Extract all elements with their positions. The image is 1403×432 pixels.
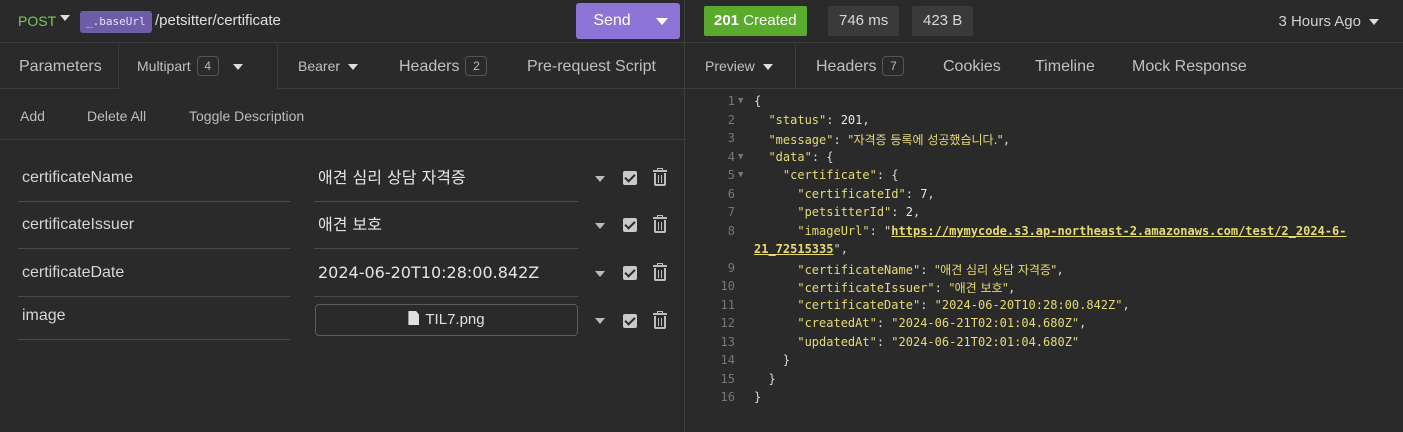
response-time: 746 ms bbox=[828, 6, 900, 36]
field-value-input[interactable]: 2024-06-20T10:28:00.842Z bbox=[314, 249, 578, 297]
multipart-row: certificateIssuer 애견 보호 bbox=[0, 201, 684, 249]
tab-cookies[interactable]: Cookies bbox=[943, 44, 1001, 89]
response-status-bar: 201 Created 746 ms 423 B 3 Hours Ago bbox=[685, 0, 1403, 43]
response-json-viewer[interactable]: 1 ▼{ 2 "status": 201, 3 "message": "자격증 등… bbox=[685, 92, 1403, 432]
tab-mock-response[interactable]: Mock Response bbox=[1132, 44, 1247, 89]
field-name-input[interactable]: certificateDate bbox=[18, 249, 290, 297]
chevron-down-icon[interactable] bbox=[232, 64, 243, 71]
tab-response-headers-label: Headers bbox=[816, 58, 877, 75]
response-size: 423 B bbox=[912, 6, 974, 36]
field-name-input[interactable]: image bbox=[18, 292, 290, 340]
file-icon bbox=[408, 311, 420, 326]
chevron-down-icon[interactable] bbox=[595, 271, 605, 277]
response-tabs: Preview Headers 7 Cookies Timeline Mock R… bbox=[685, 44, 1403, 89]
enable-checkbox[interactable] bbox=[623, 171, 637, 185]
multipart-actions: Add Delete All Toggle Description bbox=[0, 90, 684, 140]
tab-timeline[interactable]: Timeline bbox=[1035, 44, 1095, 89]
tab-preview[interactable]: Preview bbox=[685, 44, 796, 89]
chevron-down-icon[interactable] bbox=[595, 176, 605, 182]
status-badge: 201 Created bbox=[704, 6, 807, 36]
tab-bearer-label: Bearer bbox=[298, 58, 341, 74]
multipart-count-badge: 4 bbox=[196, 56, 219, 77]
add-button[interactable]: Add bbox=[20, 108, 45, 124]
response-pane: 201 Created 746 ms 423 B 3 Hours Ago Pre… bbox=[685, 0, 1403, 432]
delete-all-button[interactable]: Delete All bbox=[87, 108, 146, 124]
send-button[interactable]: Send bbox=[576, 3, 680, 39]
multipart-row: certificateDate 2024-06-20T10:28:00.842Z bbox=[0, 249, 684, 297]
trash-icon[interactable] bbox=[653, 215, 667, 233]
tab-preview-label: Preview bbox=[705, 58, 755, 74]
request-tabs: Parameters Multipart 4 Bearer Headers 2 Pr… bbox=[0, 44, 684, 89]
chevron-down-icon[interactable] bbox=[595, 223, 605, 229]
status-code: 201 bbox=[714, 12, 740, 29]
chevron-down-icon[interactable] bbox=[595, 318, 605, 324]
toggle-description-button[interactable]: Toggle Description bbox=[189, 108, 304, 124]
method-selector[interactable]: POST bbox=[18, 13, 56, 29]
tab-response-headers[interactable]: Headers 7 bbox=[816, 44, 905, 89]
status-text: Created bbox=[743, 12, 797, 29]
field-name-input[interactable]: certificateIssuer bbox=[18, 201, 290, 249]
chevron-down-icon[interactable] bbox=[656, 18, 668, 25]
tab-headers[interactable]: Headers 2 bbox=[399, 44, 488, 89]
field-name-input[interactable]: certificateName bbox=[18, 154, 290, 202]
enable-checkbox[interactable] bbox=[623, 314, 637, 328]
trash-icon[interactable] bbox=[653, 168, 667, 186]
fold-icon[interactable]: ▼ bbox=[738, 170, 743, 180]
chevron-down-icon[interactable] bbox=[348, 64, 359, 71]
field-value-input[interactable]: 애견 심리 상담 자격증 bbox=[314, 154, 578, 202]
tab-prerequest-script[interactable]: Pre-request Script bbox=[527, 44, 656, 89]
chevron-down-icon[interactable] bbox=[60, 15, 70, 21]
tab-parameters[interactable]: Parameters bbox=[19, 44, 102, 89]
send-button-label[interactable]: Send bbox=[576, 3, 648, 39]
fold-icon[interactable]: ▼ bbox=[738, 152, 743, 162]
tab-headers-label: Headers bbox=[399, 58, 460, 75]
chevron-down-icon[interactable] bbox=[1369, 19, 1379, 26]
trash-icon[interactable] bbox=[653, 263, 667, 281]
trash-icon[interactable] bbox=[653, 311, 667, 329]
history-label: 3 Hours Ago bbox=[1278, 13, 1361, 30]
field-value-input[interactable]: 애견 보호 bbox=[314, 201, 578, 249]
file-name: TIL7.png bbox=[425, 311, 485, 328]
headers-count-badge: 2 bbox=[465, 55, 488, 76]
chevron-down-icon[interactable] bbox=[762, 64, 773, 71]
image-url-link[interactable]: 21_72515335 bbox=[754, 242, 833, 256]
tab-multipart[interactable]: Multipart 4 bbox=[118, 44, 278, 89]
file-picker-button[interactable]: TIL7.png bbox=[315, 304, 578, 336]
multipart-row: certificateName 애견 심리 상담 자격증 bbox=[0, 154, 684, 202]
history-dropdown[interactable]: 3 Hours Ago bbox=[1278, 13, 1379, 30]
tab-bearer[interactable]: Bearer bbox=[298, 44, 359, 89]
enable-checkbox[interactable] bbox=[623, 218, 637, 232]
request-pane: POST _.baseUrl /petsitter/certificate Se… bbox=[0, 0, 684, 432]
response-headers-count-badge: 7 bbox=[882, 55, 905, 76]
env-variable-tag[interactable]: _.baseUrl bbox=[80, 11, 152, 33]
url-bar: POST _.baseUrl /petsitter/certificate Se… bbox=[0, 0, 684, 43]
url-input[interactable]: /petsitter/certificate bbox=[155, 12, 281, 29]
tab-multipart-label: Multipart bbox=[137, 58, 191, 74]
enable-checkbox[interactable] bbox=[623, 266, 637, 280]
multipart-row: image TIL7.png bbox=[0, 292, 684, 340]
fold-icon[interactable]: ▼ bbox=[738, 96, 743, 106]
image-url-link[interactable]: https://mymycode.s3.ap-northeast-2.amazo… bbox=[891, 224, 1346, 238]
